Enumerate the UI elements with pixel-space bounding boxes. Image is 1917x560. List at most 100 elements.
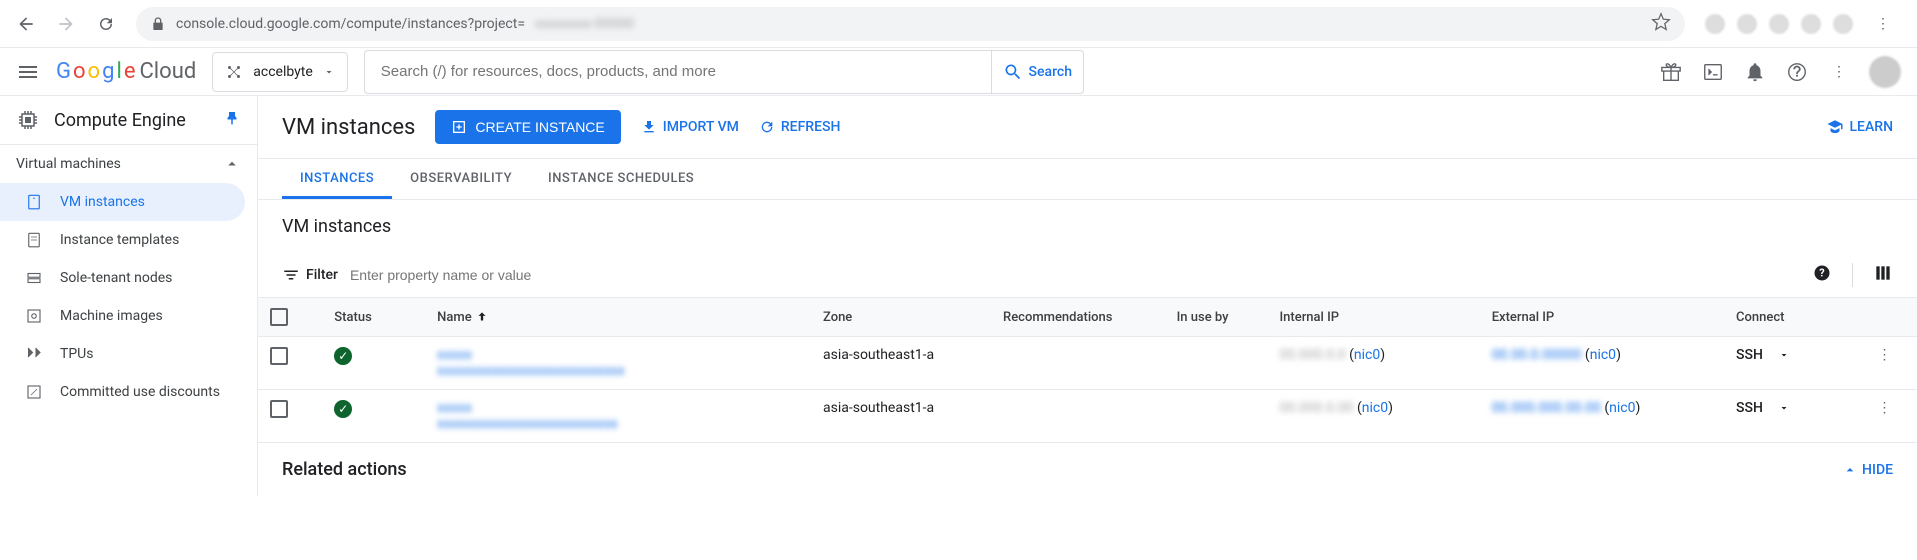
url-bar[interactable]: console.cloud.google.com/compute/instanc… [136,7,1685,41]
search-icon [1003,62,1023,82]
star-icon[interactable] [1651,12,1671,36]
col-zone[interactable]: Zone [811,298,991,337]
status-running-icon: ✓ [334,400,352,418]
vm-icon [24,193,44,211]
ext-icon[interactable] [1833,14,1853,34]
row-checkbox[interactable] [270,400,288,418]
url-text: console.cloud.google.com/compute/instanc… [176,16,525,32]
nic-link[interactable]: nic0 [1354,347,1380,363]
header-right: ⋮ [1659,56,1901,88]
app-header: Google Cloud accelbyte Search ⋮ [0,48,1917,96]
row-more-button[interactable]: ⋮ [1877,347,1891,363]
refresh-button[interactable]: REFRESH [759,119,841,135]
hide-button[interactable]: HIDE [1842,462,1893,478]
nic-link[interactable]: nic0 [1609,400,1635,416]
chevron-up-icon [223,155,241,173]
col-name[interactable]: Name [425,298,811,337]
col-recommendations[interactable]: Recommendations [991,298,1165,337]
instance-name-redacted[interactable]: xxxxxxxxxxxxxxxxxxxxxxxxxxxxxxx [437,400,618,432]
sidebar-item-committed-use[interactable]: Committed use discounts [0,373,257,411]
ip-redacted: 00.000.000.00.00 [1492,400,1601,416]
tab-observability[interactable]: OBSERVABILITY [392,159,530,199]
sidebar-item-label: Instance templates [60,232,179,248]
reload-button[interactable] [88,6,124,42]
chevron-down-icon [1778,349,1790,361]
content-header: VM instances CREATE INSTANCE IMPORT VM R… [258,96,1917,159]
ssh-button[interactable]: SSH [1736,347,1790,363]
gift-icon[interactable] [1659,60,1683,84]
nav-group-header[interactable]: Virtual machines [0,145,257,183]
zone-cell: asia-southeast1-a [811,390,991,443]
row-checkbox[interactable] [270,347,288,365]
compute-engine-icon [16,108,40,132]
chevron-down-icon [1778,402,1790,414]
menu-button[interactable] [16,60,40,84]
tab-instances[interactable]: INSTANCES [282,159,392,199]
col-status[interactable]: Status [322,298,425,337]
back-button[interactable] [8,6,44,42]
col-in-use-by[interactable]: In use by [1165,298,1268,337]
tpu-icon [24,345,44,363]
col-internal-ip[interactable]: Internal IP [1268,298,1480,337]
page-title: VM instances [282,115,415,140]
sidebar-item-sole-tenant[interactable]: Sole-tenant nodes [0,259,257,297]
sidebar-item-label: Committed use discounts [60,384,220,400]
nic-link[interactable]: nic0 [1590,347,1616,363]
ip-redacted: 00.000.0.0 [1280,347,1346,363]
import-vm-button[interactable]: IMPORT VM [641,119,739,135]
search-box: Search [364,50,1084,94]
select-all-checkbox[interactable] [270,308,288,326]
instances-table: Status Name Zone Recommendations In use … [258,297,1917,443]
project-selector[interactable]: accelbyte [212,52,348,92]
ext-icon[interactable] [1769,14,1789,34]
content: VM instances CREATE INSTANCE IMPORT VM R… [258,96,1917,496]
ext-icon[interactable] [1801,14,1821,34]
forward-button[interactable] [48,6,84,42]
ext-icon[interactable] [1737,14,1757,34]
sidebar-item-label: Machine images [60,308,163,324]
extension-icons: ⋮ [1697,6,1909,42]
chevron-up-icon [1842,462,1858,478]
search-button[interactable]: Search [991,51,1083,93]
ip-redacted: 00.000.0.00 [1280,400,1354,416]
sidebar-item-tpus[interactable]: TPUs [0,335,257,373]
filter-input[interactable] [350,267,1800,283]
tab-schedules[interactable]: INSTANCE SCHEDULES [530,159,712,199]
pin-icon[interactable] [223,109,241,131]
browser-chrome: console.cloud.google.com/compute/instanc… [0,0,1917,48]
help-icon[interactable] [1785,60,1809,84]
add-icon [451,119,467,135]
project-name: accelbyte [253,64,313,80]
notifications-icon[interactable] [1743,60,1767,84]
sidebar-header: Compute Engine [0,96,257,145]
create-instance-button[interactable]: CREATE INSTANCE [435,110,620,144]
sidebar-item-label: VM instances [60,194,145,210]
svg-text:?: ? [1819,266,1824,279]
refresh-icon [759,119,775,135]
sidebar-item-machine-images[interactable]: Machine images [0,297,257,335]
filter-label[interactable]: Filter [282,266,338,284]
user-avatar[interactable] [1869,56,1901,88]
table-row: ✓ xxxxxxxxxxxxxxxxxxxxxxxxxxxxxxxx asia-… [258,337,1917,390]
search-input[interactable] [365,63,991,80]
col-external-ip[interactable]: External IP [1480,298,1724,337]
sidebar-item-vm-instances[interactable]: VM instances [0,183,245,221]
col-connect[interactable]: Connect [1724,298,1865,337]
browser-menu-button[interactable]: ⋮ [1865,6,1901,42]
cloud-shell-icon[interactable] [1701,60,1725,84]
row-more-button[interactable]: ⋮ [1877,400,1891,416]
help-filter-icon[interactable]: ? [1812,263,1832,287]
ext-icon[interactable] [1705,14,1725,34]
ssh-button[interactable]: SSH [1736,400,1790,416]
template-icon [24,231,44,249]
more-icon[interactable]: ⋮ [1827,60,1851,84]
sidebar-item-instance-templates[interactable]: Instance templates [0,221,257,259]
instance-name-redacted[interactable]: xxxxxxxxxxxxxxxxxxxxxxxxxxxxxxxx [437,347,625,379]
ip-redacted: 00.00.0.00000 [1492,347,1582,363]
columns-icon[interactable] [1852,263,1893,287]
nic-link[interactable]: nic0 [1362,400,1388,416]
google-cloud-logo[interactable]: Google Cloud [56,59,196,84]
learn-button[interactable]: LEARN [1826,118,1894,136]
related-actions: Related actions HIDE [258,443,1917,496]
node-icon [24,269,44,287]
